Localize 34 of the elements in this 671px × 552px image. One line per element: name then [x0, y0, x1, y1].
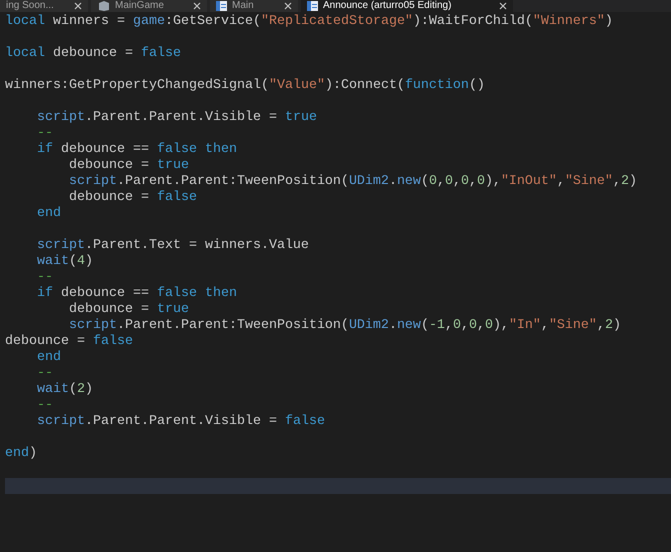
- code-line: end: [36, 350, 61, 366]
- code-line: winners:GetPropertyChangedSignal("Value"):Connect(function(): [4, 78, 485, 94]
- code-line: if debounce == false then: [36, 286, 237, 302]
- close-icon[interactable]: [284, 2, 292, 10]
- close-icon[interactable]: [499, 2, 507, 10]
- code-line: local winners = game:GetService("ReplicatedStorage"):WaitForChild("Winners"): [4, 14, 613, 30]
- code-line: script.Parent.Parent:TweenPosition(UDim2.new(-1,0,0,0),"In","Sine",2): [68, 318, 621, 334]
- code-line: debounce = false: [68, 190, 197, 206]
- code-line: script.Parent.Parent.Visible = true: [36, 110, 317, 126]
- script-icon: [216, 1, 228, 11]
- close-icon[interactable]: [193, 2, 201, 10]
- script-icon: [307, 1, 319, 11]
- code-line: --: [36, 270, 53, 286]
- code-line: end: [36, 206, 61, 222]
- close-icon[interactable]: [74, 2, 82, 10]
- editor-tab[interactable]: MainGame: [91, 0, 207, 12]
- code-line: debounce = false: [4, 334, 133, 350]
- editor-tab[interactable]: Announce (arturro05 Editing): [301, 0, 513, 12]
- code-line: wait(4): [36, 254, 93, 270]
- code-line: debounce = true: [68, 302, 189, 318]
- code-line: debounce = true: [68, 158, 189, 174]
- code-line: local debounce = false: [4, 46, 181, 62]
- editor-tab[interactable]: Main: [210, 0, 298, 12]
- cube-icon: [97, 1, 111, 11]
- code-line: --: [36, 398, 53, 414]
- code-line: end): [4, 446, 37, 462]
- code-line: script.Parent.Text = winners.Value: [36, 238, 309, 254]
- editor-tab[interactable]: ing Soon...: [0, 0, 88, 12]
- code-line: --: [36, 126, 53, 142]
- code-line: if debounce == false then: [36, 142, 237, 158]
- code-line: script.Parent.Parent.Visible = false: [36, 414, 325, 430]
- code-line: script.Parent.Parent:TweenPosition(UDim2.new(0,0,0,0),"InOut","Sine",2): [68, 174, 637, 190]
- code-line: wait(2): [36, 382, 93, 398]
- code-line: --: [36, 366, 53, 382]
